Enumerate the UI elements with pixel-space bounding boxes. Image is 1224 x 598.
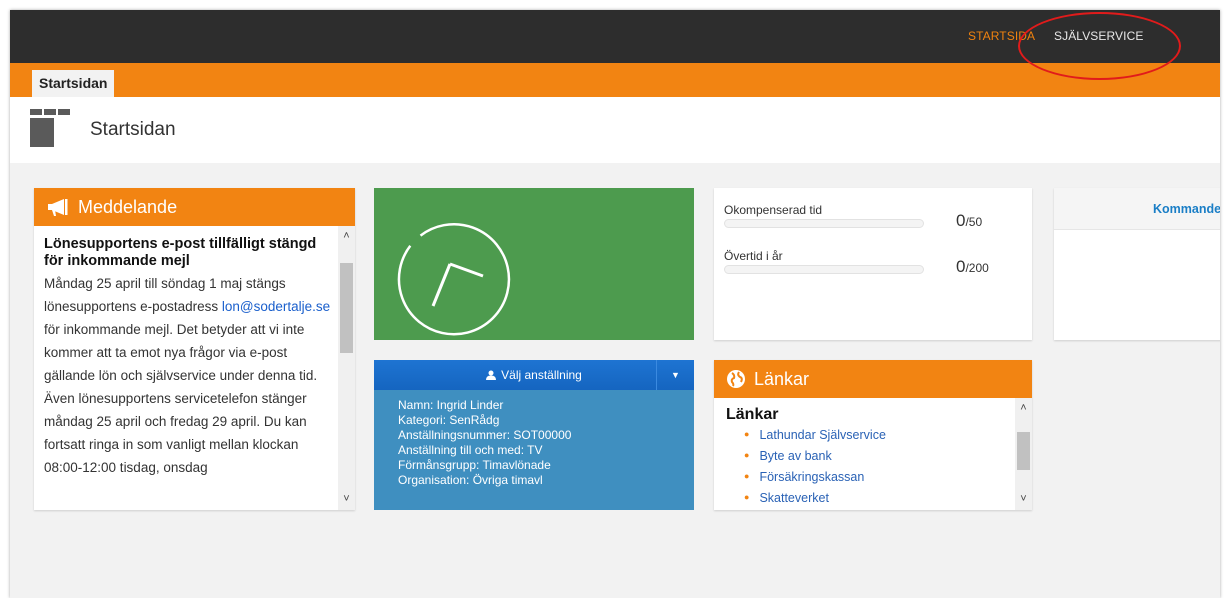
page-title: Startsidan bbox=[90, 119, 176, 140]
links-panel: Länkar Länkar Lathundar Självservice Byt… bbox=[714, 360, 1032, 510]
caret-down-icon[interactable]: ▼ bbox=[656, 360, 694, 390]
links-scrollbar[interactable]: ˄ ˅ bbox=[1015, 398, 1032, 510]
overtime-value: 0/200 bbox=[956, 257, 989, 276]
clock-tile[interactable] bbox=[374, 188, 694, 340]
link-byte-av-bank[interactable]: Byte av bank bbox=[759, 449, 831, 463]
links-panel-header: Länkar bbox=[714, 360, 1032, 398]
scroll-up-arrow-icon[interactable]: ˄ bbox=[338, 228, 355, 245]
page-header: Startsidan bbox=[10, 97, 1220, 163]
globe-icon bbox=[727, 370, 745, 388]
message-paragraph-2: Även lönesupportens servicetelefon stäng… bbox=[44, 391, 307, 475]
message-panel-header: Meddelande bbox=[34, 188, 355, 226]
message-panel-title: Meddelande bbox=[78, 196, 178, 217]
list-item: Skatteverket bbox=[744, 487, 1032, 508]
email-link[interactable]: lon@sodertalje.se bbox=[222, 299, 330, 314]
app-window: STARTSIDA SJÄLVSERVICE Startsidan Starts… bbox=[10, 10, 1220, 598]
message-heading: Lönesupportens e-post tillfälligt stängd… bbox=[44, 236, 317, 269]
choose-employment-label: Välj anställning bbox=[501, 368, 582, 382]
list-item: Försäkringskassan bbox=[744, 466, 1032, 487]
message-panel: Meddelande Lönesupportens e-post tillfäl… bbox=[34, 188, 355, 510]
list-item: Byte av bank bbox=[744, 445, 1032, 466]
choose-employment-button[interactable]: Välj anställning ▼ bbox=[374, 360, 694, 390]
top-navigation-bar: STARTSIDA SJÄLVSERVICE bbox=[10, 10, 1220, 80]
links-panel-header-title: Länkar bbox=[754, 368, 810, 389]
layout-icon bbox=[30, 109, 70, 147]
upcoming-panel: Kommande bbox=[1054, 188, 1220, 340]
message-scrollbar[interactable]: ˄ ˅ bbox=[338, 226, 355, 510]
links-title: Länkar bbox=[726, 406, 779, 423]
scroll-thumb[interactable] bbox=[1017, 432, 1030, 470]
uncompensated-time-value: 0/50 bbox=[956, 211, 983, 230]
uncompensated-time-row: Okompenserad tid 0/50 bbox=[724, 203, 1024, 230]
scroll-up-arrow-icon[interactable]: ˄ bbox=[1015, 400, 1032, 417]
overtime-row: Övertid i år 0/200 bbox=[724, 249, 1024, 276]
scroll-down-arrow-icon[interactable]: ˅ bbox=[338, 491, 355, 508]
message-body[interactable]: Lönesupportens e-post tillfälligt stängd… bbox=[34, 226, 355, 510]
link-lathundar[interactable]: Lathundar Självservice bbox=[759, 428, 885, 442]
employee-number: Anställningsnummer: SOT00000 bbox=[398, 428, 572, 442]
links-list: Lathundar Självservice Byte av bank Förs… bbox=[714, 424, 1032, 508]
organisation: Organisation: Övriga timavl bbox=[398, 473, 543, 487]
page: STARTSIDA SJÄLVSERVICE Startsidan Starts… bbox=[0, 0, 1224, 598]
link-forsakringskassan[interactable]: Försäkringskassan bbox=[759, 470, 864, 484]
list-item: Lathundar Självservice bbox=[744, 424, 1032, 445]
employee-category: Kategori: SenRådg bbox=[398, 413, 500, 427]
link-skatteverket[interactable]: Skatteverket bbox=[759, 491, 828, 505]
employment-end: Anställning till och med: TV bbox=[398, 443, 543, 457]
time-balance-panel: Okompenserad tid 0/50 Övertid i år 0/200 bbox=[714, 188, 1032, 340]
employment-details: Namn: Ingrid Linder Kategori: SenRådg An… bbox=[374, 390, 694, 488]
employee-name: Namn: Ingrid Linder bbox=[398, 398, 504, 412]
nav-startsida-link[interactable]: STARTSIDA bbox=[968, 29, 1035, 43]
nav-sjalvservice-link[interactable]: SJÄLVSERVICE bbox=[1054, 29, 1143, 43]
benefit-group: Förmånsgrupp: Timavlönade bbox=[398, 458, 551, 472]
upcoming-header[interactable]: Kommande bbox=[1054, 188, 1220, 230]
tab-startsidan[interactable]: Startsidan bbox=[32, 70, 115, 97]
links-body[interactable]: Länkar Lathundar Självservice Byte av ba… bbox=[714, 398, 1032, 510]
clock-icon bbox=[397, 223, 511, 336]
scroll-thumb[interactable] bbox=[340, 263, 353, 353]
megaphone-icon bbox=[48, 199, 68, 216]
user-icon bbox=[486, 370, 497, 380]
tab-bar: Startsidan bbox=[10, 63, 1220, 97]
uncompensated-time-bar bbox=[724, 219, 924, 228]
overtime-bar bbox=[724, 265, 924, 274]
scroll-down-arrow-icon[interactable]: ˅ bbox=[1015, 491, 1032, 508]
employment-panel: Välj anställning ▼ Namn: Ingrid Linder K… bbox=[374, 360, 694, 510]
message-paragraph: Måndag 25 april till söndag 1 maj stängs… bbox=[44, 272, 331, 387]
message-line-2: för inkommande mejl. Det betyder att vi … bbox=[44, 322, 318, 383]
